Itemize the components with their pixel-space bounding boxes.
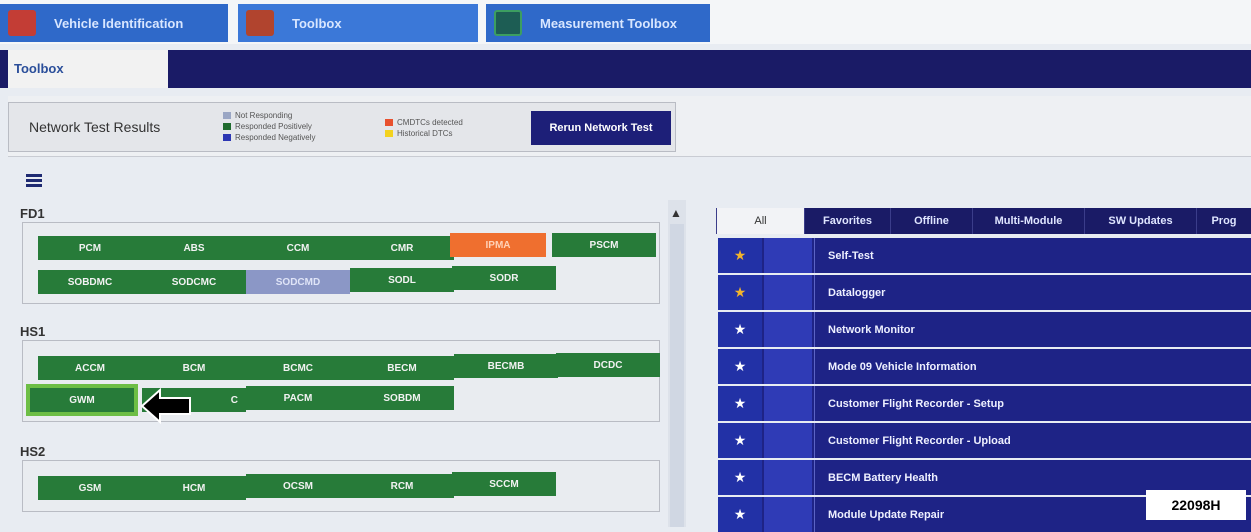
tab-toolbox[interactable]: Toolbox <box>238 4 478 42</box>
module-dcdc[interactable]: DCDC <box>556 353 660 377</box>
tab-vehicle-identification[interactable]: Vehicle Identification <box>0 4 228 42</box>
star-icon[interactable]: ★ <box>718 423 762 458</box>
module-sobdm[interactable]: SOBDM <box>350 386 454 410</box>
tool-label: Customer Flight Recorder - Setup <box>828 397 1005 410</box>
tab-favorites[interactable]: Favorites <box>804 208 890 234</box>
module-bcmc[interactable]: BCMC <box>246 356 350 380</box>
tab-label: Measurement Toolbox <box>540 15 678 31</box>
legend-swatch <box>223 112 231 119</box>
figure-label: 22098H <box>1146 490 1246 520</box>
module-sobdmc[interactable]: SOBDMC <box>38 270 142 294</box>
module-sccm[interactable]: SCCM <box>452 472 556 496</box>
tool-label: Datalogger <box>828 286 886 299</box>
module-becmb[interactable]: BECMB <box>454 354 558 378</box>
tool-row-network-monitor[interactable]: ★ Network Monitor <box>718 312 1251 347</box>
tool-row-cfr-setup[interactable]: ★ Customer Flight Recorder - Setup <box>718 386 1251 421</box>
rerun-network-test-button[interactable]: Rerun Network Test <box>531 111 671 145</box>
tool-label: Self-Test <box>828 249 874 262</box>
module-bcm[interactable]: BCM <box>142 356 246 380</box>
module-sodcmd[interactable]: SODCMD <box>246 270 350 294</box>
network-test-panel: Network Test Results Not Responding Resp… <box>8 96 1251 157</box>
tool-label: Network Monitor <box>828 323 915 336</box>
module-sodcmc[interactable]: SODCMC <box>142 270 246 294</box>
module-sodl[interactable]: SODL <box>350 268 454 292</box>
module-pscm[interactable]: PSCM <box>552 233 656 257</box>
star-icon[interactable]: ★ <box>718 460 762 495</box>
group-title-hs2: HS2 <box>20 444 46 459</box>
module-gwm-highlighted[interactable]: GWM <box>26 384 138 416</box>
legend-right: CMDTCs detected Historical DTCs <box>385 117 463 139</box>
star-icon[interactable]: ★ <box>718 349 762 384</box>
module-hcm[interactable]: HCM <box>142 476 246 500</box>
tab-label: Vehicle Identification <box>54 15 184 31</box>
toolbox-header-bar: Toolbox <box>0 50 1251 88</box>
tab-label: Toolbox <box>292 15 342 31</box>
tool-row-self-test[interactable]: ★ Self-Test <box>718 238 1251 273</box>
tab-all[interactable]: All <box>716 208 804 234</box>
tool-row-datalogger[interactable]: ★ Datalogger <box>718 275 1251 310</box>
oscilloscope-icon <box>494 10 522 36</box>
module-becm[interactable]: BECM <box>350 356 454 380</box>
top-tab-bar: Vehicle Identification Toolbox Measureme… <box>0 0 1251 44</box>
module-accm[interactable]: ACCM <box>38 356 142 380</box>
tool-label: Customer Flight Recorder - Upload <box>828 434 1011 447</box>
tab-measurement-toolbox[interactable]: Measurement Toolbox <box>486 4 710 42</box>
tool-label: BECM Battery Health <box>828 471 939 484</box>
list-view-icon[interactable] <box>26 174 42 190</box>
legend-swatch <box>385 119 393 126</box>
tool-row-mode-09[interactable]: ★ Mode 09 Vehicle Information <box>718 349 1251 384</box>
left-arrow-icon <box>140 388 191 424</box>
module-gsm[interactable]: GSM <box>38 476 142 500</box>
toolbox-icon <box>246 10 274 36</box>
module-ipma[interactable]: IPMA <box>450 233 546 257</box>
group-title-hs1: HS1 <box>20 324 46 339</box>
module-sodr[interactable]: SODR <box>452 266 556 290</box>
module-ccm[interactable]: CCM <box>246 236 350 260</box>
star-icon[interactable]: ★ <box>718 312 762 347</box>
module-pacm[interactable]: PACM <box>246 386 350 410</box>
group-title-fd1: FD1 <box>20 206 45 221</box>
network-test-title: Network Test Results <box>29 119 161 135</box>
star-icon[interactable]: ★ <box>718 386 762 421</box>
legend-swatch <box>223 134 231 141</box>
tab-multi-module[interactable]: Multi-Module <box>972 208 1084 234</box>
module-list-scrollbar[interactable]: ▲ <box>668 200 686 527</box>
legend-swatch <box>385 130 393 137</box>
module-abs[interactable]: ABS <box>142 236 246 260</box>
subtab-toolbox[interactable]: Toolbox <box>8 50 168 88</box>
legend-not-responding: Not Responding <box>235 111 293 120</box>
legend-cmdtcs: CMDTCs detected <box>397 118 463 127</box>
scroll-up-icon[interactable]: ▲ <box>670 206 682 220</box>
legend-swatch <box>223 123 231 130</box>
tab-prog[interactable]: Prog <box>1196 208 1251 234</box>
legend-responded-negatively: Responded Negatively <box>235 133 316 142</box>
module-rcm[interactable]: RCM <box>350 474 454 498</box>
tab-offline[interactable]: Offline <box>890 208 972 234</box>
tab-sw-updates[interactable]: SW Updates <box>1084 208 1196 234</box>
tool-label: Mode 09 Vehicle Information <box>828 360 977 373</box>
module-pcm[interactable]: PCM <box>38 236 142 260</box>
module-cmr[interactable]: CMR <box>350 236 454 260</box>
legend-responded-positively: Responded Positively <box>235 122 312 131</box>
tool-filter-tabs: All Favorites Offline Multi-Module SW Up… <box>716 208 1251 234</box>
favorite-star-icon[interactable]: ★ <box>718 238 762 273</box>
tool-row-cfr-upload[interactable]: ★ Customer Flight Recorder - Upload <box>718 423 1251 458</box>
car-icon <box>8 10 36 36</box>
module-ocsm[interactable]: OCSM <box>246 474 350 498</box>
legend-left: Not Responding Responded Positively Resp… <box>223 110 316 143</box>
legend-historical-dtcs: Historical DTCs <box>397 129 453 138</box>
favorite-star-icon[interactable]: ★ <box>718 275 762 310</box>
scrollbar-thumb[interactable] <box>670 224 684 527</box>
network-test-box: Network Test Results Not Responding Resp… <box>8 102 676 152</box>
